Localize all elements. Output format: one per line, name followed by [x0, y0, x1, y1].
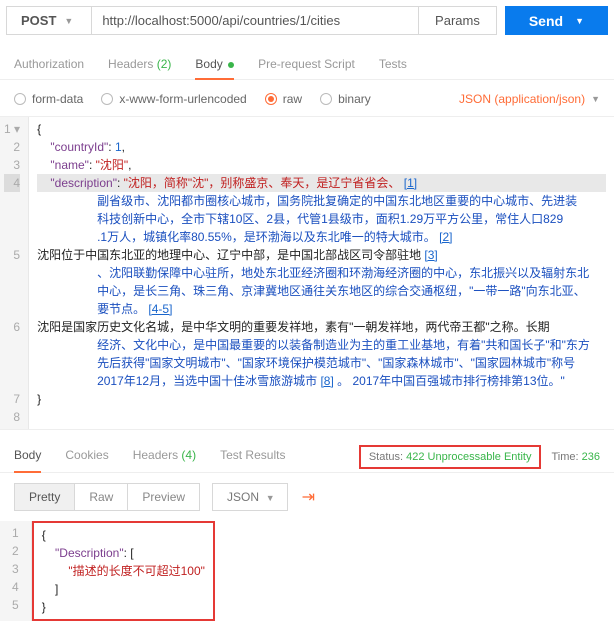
chevron-down-icon: ▼ [591, 94, 600, 104]
gutter: 1 ▾ 2 3 4 5 6 7 8 [0, 117, 29, 429]
http-method-select[interactable]: POST ▼ [6, 6, 92, 35]
body-type-formdata[interactable]: form-data [14, 92, 83, 106]
time-badge: Time: 236 [551, 451, 600, 463]
tab-headers-count: (2) [157, 57, 172, 71]
tab-tests[interactable]: Tests [379, 51, 407, 79]
chevron-down-icon: ▼ [266, 493, 275, 503]
wrap-icon[interactable]: ⇥ [302, 487, 315, 507]
tab-headers-label: Headers [108, 57, 153, 71]
gutter: 1 2 3 4 5 [0, 521, 32, 621]
send-button[interactable]: Send ▼ [505, 6, 608, 35]
body-type-binary[interactable]: binary [320, 92, 371, 106]
params-button[interactable]: Params [419, 6, 497, 35]
send-label: Send [529, 13, 563, 29]
body-type-raw[interactable]: raw [265, 92, 302, 106]
modified-dot-icon [228, 62, 234, 68]
resp-format-select[interactable]: JSON ▼ [212, 483, 288, 511]
tab-body[interactable]: Body [195, 51, 234, 79]
format-value: JSON (application/json) [459, 92, 585, 106]
url-value: http://localhost:5000/api/countries/1/ci… [102, 13, 340, 28]
resp-tab-cookies[interactable]: Cookies [65, 442, 108, 472]
resp-tab-headers[interactable]: Headers (4) [133, 442, 196, 472]
request-body-editor[interactable]: 1 ▾ 2 3 4 5 6 7 8 { "countryId": 1, "nam… [0, 117, 614, 429]
chevron-down-icon: ▼ [575, 16, 584, 26]
view-raw[interactable]: Raw [75, 483, 128, 511]
resp-tab-body[interactable]: Body [14, 442, 41, 472]
tab-headers[interactable]: Headers (2) [108, 51, 171, 79]
tab-body-label: Body [195, 57, 222, 71]
code: { "Description": [ "描述的长度不可超过100" ] } [34, 523, 213, 619]
response-body-editor[interactable]: 1 2 3 4 5 { "Description": [ "描述的长度不可超过1… [0, 521, 614, 621]
url-input[interactable]: http://localhost:5000/api/countries/1/ci… [92, 6, 419, 35]
body-type-urlencoded[interactable]: x-www-form-urlencoded [101, 92, 246, 106]
code: { "countryId": 1, "name": "沈阳", "descrip… [29, 117, 614, 429]
view-preview[interactable]: Preview [128, 483, 200, 511]
view-pretty[interactable]: Pretty [14, 483, 75, 511]
tab-prerequest[interactable]: Pre-request Script [258, 51, 355, 79]
tab-authorization[interactable]: Authorization [14, 51, 84, 79]
chevron-down-icon: ▼ [64, 16, 73, 26]
status-badge: Status: 422 Unprocessable Entity [359, 445, 542, 469]
body-format-select[interactable]: JSON (application/json) ▼ [459, 92, 600, 106]
resp-tab-testresults[interactable]: Test Results [220, 442, 285, 472]
method-value: POST [21, 13, 56, 28]
